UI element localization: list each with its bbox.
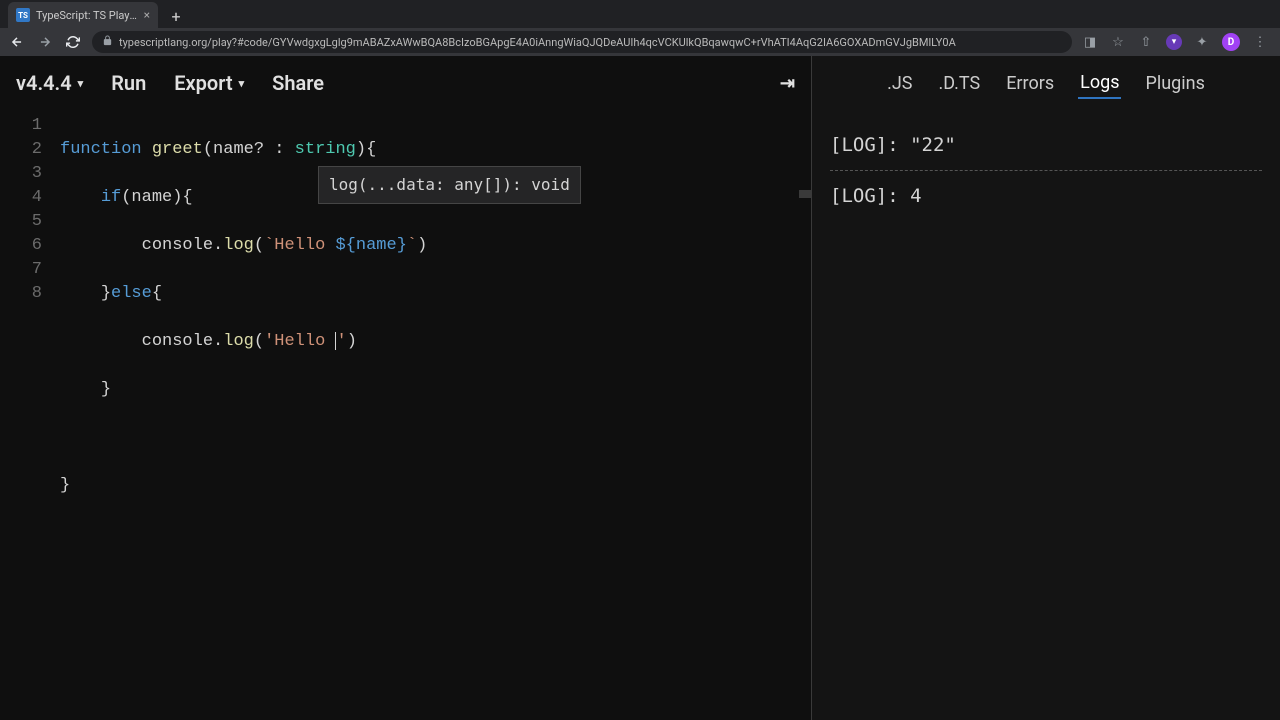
- share-button[interactable]: Share: [272, 71, 324, 95]
- toolbar-right-icons: ◨ ☆ ⇧ ▾ ✦ D ⋮: [1082, 33, 1272, 51]
- reload-button[interactable]: [64, 33, 82, 51]
- lock-icon: [102, 35, 113, 49]
- line-number: 1: [0, 114, 42, 138]
- line-number: 5: [0, 210, 42, 234]
- bookmark-icon[interactable]: ☆: [1110, 34, 1126, 50]
- version-selector[interactable]: v4.4.4▾: [16, 71, 83, 95]
- export-button[interactable]: Export▾: [174, 71, 244, 95]
- browser-chrome: TS TypeScript: TS Playground - A × + typ…: [0, 0, 1280, 56]
- url-text: typescriptlang.org/play?#code/GYVwdgxgLg…: [119, 36, 956, 49]
- playground-app: v4.4.4▾ Run Export▾ Share ⇥ 1 2 3 4 5 6 …: [0, 56, 1280, 720]
- line-number: 3: [0, 162, 42, 186]
- editor-toolbar: v4.4.4▾ Run Export▾ Share ⇥: [0, 56, 811, 110]
- favicon: TS: [16, 8, 30, 22]
- forward-button[interactable]: [36, 33, 54, 51]
- tab-errors[interactable]: Errors: [1004, 69, 1056, 98]
- extensions-icon[interactable]: ✦: [1194, 34, 1210, 50]
- code-body[interactable]: function greet(name? : string){ if(name)…: [60, 114, 811, 720]
- run-button[interactable]: Run: [111, 71, 146, 95]
- signature-help-popup: log(...data: any[]): void: [318, 166, 581, 204]
- menu-icon[interactable]: ⋮: [1252, 34, 1268, 50]
- tab-js[interactable]: .JS: [885, 69, 914, 98]
- back-button[interactable]: [8, 33, 26, 51]
- log-entry: [LOG]: "22": [830, 128, 1262, 162]
- extension-icon[interactable]: ▾: [1166, 34, 1182, 50]
- browser-tab[interactable]: TS TypeScript: TS Playground - A ×: [8, 2, 158, 28]
- line-number: 7: [0, 258, 42, 282]
- line-number: 6: [0, 234, 42, 258]
- editor-pane: v4.4.4▾ Run Export▾ Share ⇥ 1 2 3 4 5 6 …: [0, 56, 812, 720]
- line-number: 8: [0, 282, 42, 306]
- line-number: 2: [0, 138, 42, 162]
- chevron-down-icon: ▾: [239, 77, 245, 90]
- logs-output: [LOG]: "22" [LOG]: 4: [812, 110, 1280, 231]
- minimap-indicator[interactable]: [799, 190, 811, 198]
- code-editor[interactable]: 1 2 3 4 5 6 7 8 function greet(name? : s…: [0, 110, 811, 720]
- tab-logs[interactable]: Logs: [1078, 68, 1121, 99]
- tab-bar: TS TypeScript: TS Playground - A × +: [0, 0, 1280, 28]
- log-separator: [830, 170, 1262, 171]
- url-bar[interactable]: typescriptlang.org/play?#code/GYVwdgxgLg…: [92, 31, 1072, 53]
- output-tabs: .JS .D.TS Errors Logs Plugins: [812, 56, 1280, 110]
- tab-title: TypeScript: TS Playground - A: [36, 9, 138, 22]
- tab-plugins[interactable]: Plugins: [1143, 69, 1206, 98]
- tab-dts[interactable]: .D.TS: [937, 69, 983, 98]
- new-tab-button[interactable]: +: [164, 4, 188, 28]
- translate-icon[interactable]: ◨: [1082, 34, 1098, 50]
- url-bar-row: typescriptlang.org/play?#code/GYVwdgxgLg…: [0, 28, 1280, 56]
- chevron-down-icon: ▾: [78, 77, 84, 90]
- share-icon[interactable]: ⇧: [1138, 34, 1154, 50]
- close-icon[interactable]: ×: [144, 8, 150, 22]
- avatar[interactable]: D: [1222, 33, 1240, 51]
- output-pane: .JS .D.TS Errors Logs Plugins [LOG]: "22…: [812, 56, 1280, 720]
- line-number: 4: [0, 186, 42, 210]
- log-entry: [LOG]: 4: [830, 179, 1262, 213]
- gutter: 1 2 3 4 5 6 7 8: [0, 114, 60, 720]
- format-icon[interactable]: ⇥: [780, 73, 795, 94]
